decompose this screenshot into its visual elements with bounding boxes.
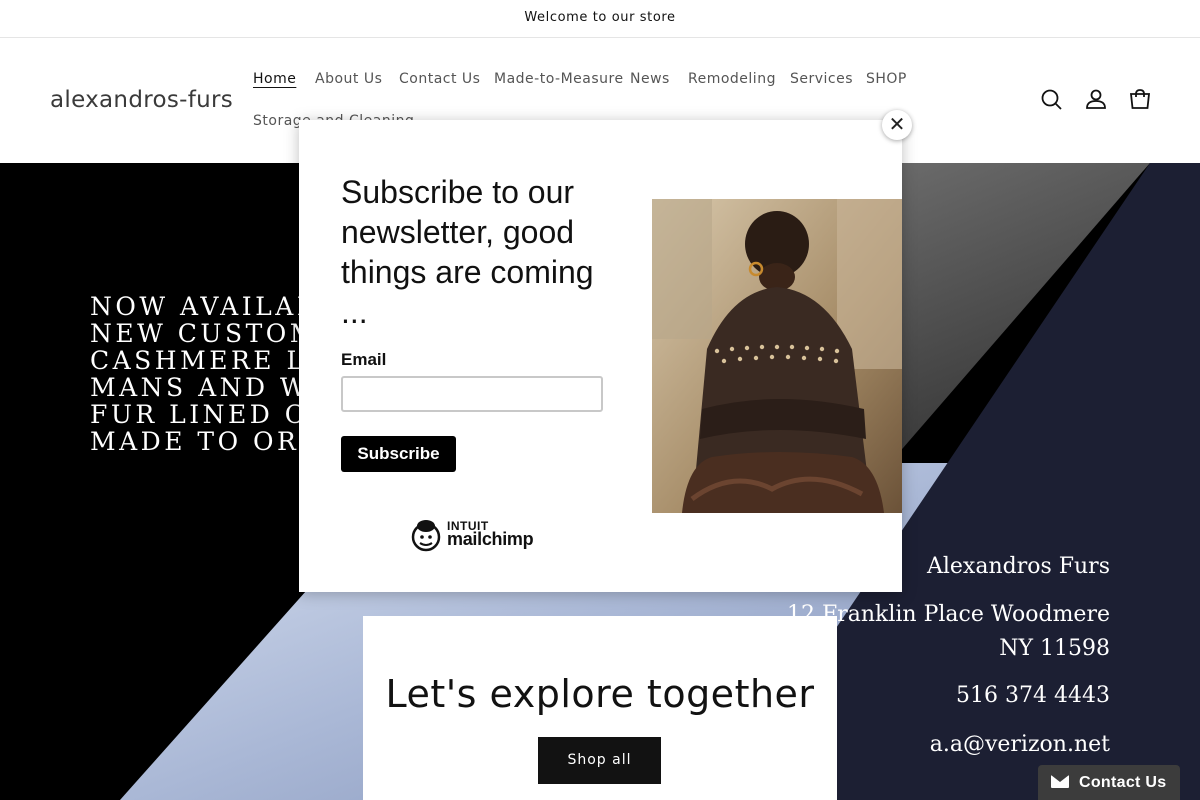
nav-item-about-us[interactable]: About Us	[315, 71, 382, 87]
email-label: Email	[341, 350, 387, 369]
account-icon[interactable]	[1082, 86, 1110, 114]
envelope-icon	[1051, 775, 1069, 788]
store-logo[interactable]: alexandros-furs	[50, 87, 233, 113]
explore-title: Let's explore together	[385, 672, 815, 716]
nav-item-shop[interactable]: SHOP	[866, 71, 907, 87]
nav-item-made-to-measure[interactable]: Made-to-Measure	[494, 71, 624, 87]
contact-us-label: Contact Us	[1079, 774, 1167, 791]
email-field[interactable]	[341, 376, 603, 412]
nav-item-home[interactable]: Home	[253, 71, 296, 87]
explore-card: Let's explore together Shop all	[363, 616, 837, 800]
announcement-bar: Welcome to our store	[0, 0, 1200, 38]
contact-address-line2: NY 11598	[999, 636, 1110, 661]
popup-title: Subscribe to our newsletter, good things…	[341, 174, 594, 330]
shop-all-button[interactable]: Shop all	[538, 737, 661, 784]
cart-icon[interactable]	[1126, 86, 1154, 114]
nav-item-news[interactable]: News	[630, 71, 670, 87]
contact-phone: 516 374 4443	[956, 683, 1110, 708]
announcement-text: Welcome to our store	[524, 10, 676, 25]
popup-fashion-image	[652, 199, 902, 513]
search-icon[interactable]	[1038, 86, 1066, 114]
mailchimp-logo: INTUIT mailchimp	[409, 515, 539, 555]
nav-item-remodeling[interactable]: Remodeling	[688, 71, 776, 87]
newsletter-popup: Subscribe to our newsletter, good things…	[299, 120, 902, 592]
contact-email: a.a@verizon.net	[929, 732, 1110, 757]
contact-name: Alexandros Furs	[926, 554, 1110, 579]
nav-item-contact-us[interactable]: Contact Us	[399, 71, 480, 87]
subscribe-button[interactable]: Subscribe	[341, 436, 456, 472]
brand-line2: mailchimp	[447, 529, 534, 549]
close-icon[interactable]: ✕	[882, 110, 912, 140]
contact-us-button[interactable]: Contact Us	[1038, 765, 1180, 800]
mailchimp-icon	[411, 520, 441, 552]
nav-item-services[interactable]: Services	[790, 71, 853, 87]
